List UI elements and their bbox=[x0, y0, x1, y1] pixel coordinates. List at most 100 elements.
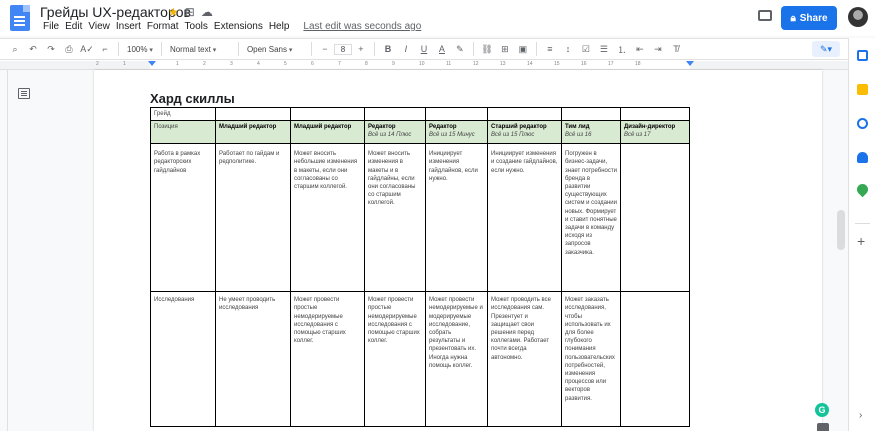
explore-icon[interactable] bbox=[817, 423, 829, 431]
table-cell[interactable]: Может провести простые немодерируемые ис… bbox=[290, 291, 365, 428]
align-icon[interactable]: ≡ bbox=[541, 44, 559, 54]
font-size-input[interactable]: 8 bbox=[333, 43, 352, 55]
collapse-panel-icon[interactable]: › bbox=[859, 410, 862, 421]
column-title: Редактор bbox=[368, 124, 396, 131]
bulleted-list-icon[interactable]: ☰ bbox=[595, 44, 613, 55]
increase-indent-icon[interactable]: ⇥ bbox=[649, 44, 667, 55]
table-cell[interactable]: Инициирует изменения и создание гайдлайн… bbox=[487, 143, 562, 293]
table-cell[interactable]: Может вносить небольшие изменения в маке… bbox=[290, 143, 365, 293]
docs-logo-icon[interactable] bbox=[10, 5, 30, 31]
document-page[interactable]: Хард скиллы Грейд Позиция Младший редакт… bbox=[94, 70, 822, 431]
menu-help[interactable]: Help bbox=[266, 21, 293, 32]
table-cell[interactable]: Не умеет проводить исследования bbox=[215, 291, 291, 428]
paint-format-icon[interactable]: ⌐ bbox=[96, 44, 114, 54]
table-cell[interactable]: Погружен в бизнес-задачи, знает потребно… bbox=[561, 143, 621, 293]
move-folder-icon[interactable]: ⊟ bbox=[185, 5, 195, 19]
share-button[interactable]: 🔒︎ Share bbox=[781, 6, 837, 30]
editing-mode-icon[interactable]: ✎▾ bbox=[812, 41, 840, 57]
ruler-num: 18 bbox=[635, 61, 641, 67]
contacts-icon[interactable] bbox=[857, 152, 868, 163]
calendar-icon[interactable] bbox=[857, 50, 868, 61]
comment-history-icon[interactable] bbox=[758, 10, 772, 21]
underline-icon[interactable]: U bbox=[415, 44, 433, 54]
ruler-num: 11 bbox=[446, 61, 452, 67]
table-cell[interactable] bbox=[487, 106, 562, 122]
zoom-select[interactable]: 100% bbox=[123, 45, 157, 54]
right-indent-marker[interactable] bbox=[686, 61, 694, 66]
star-icon[interactable]: ★ bbox=[168, 5, 179, 19]
bold-icon[interactable]: B bbox=[379, 44, 397, 54]
line-spacing-icon[interactable]: ↕ bbox=[559, 44, 577, 54]
column-header[interactable]: Редактор Всё из 14 Плюс bbox=[364, 120, 426, 145]
left-indent-marker[interactable] bbox=[148, 61, 156, 66]
column-header[interactable]: Дизайн-директор Всё из 17 bbox=[620, 120, 690, 145]
keep-icon[interactable] bbox=[857, 84, 868, 95]
highlight-icon[interactable]: ✎ bbox=[451, 44, 469, 55]
numbered-list-icon[interactable]: ⒈ bbox=[613, 43, 631, 56]
menu-insert[interactable]: Insert bbox=[113, 21, 144, 32]
document-outline-icon[interactable] bbox=[18, 88, 30, 99]
table-cell[interactable] bbox=[364, 106, 426, 122]
undo-icon[interactable]: ↶ bbox=[24, 44, 42, 55]
position-label-cell[interactable]: Позиция bbox=[150, 120, 216, 145]
row-label-cell[interactable]: Исследования bbox=[150, 291, 216, 428]
table-cell[interactable]: Инициирует изменения гайдлайнов, если ну… bbox=[425, 143, 488, 293]
cloud-status-icon[interactable]: ☁ bbox=[201, 5, 213, 19]
menu-format[interactable]: Format bbox=[144, 21, 182, 32]
tasks-icon[interactable] bbox=[857, 118, 868, 129]
table-cell[interactable]: Может провести простые немодерируемые ис… bbox=[364, 291, 426, 428]
menu-tools[interactable]: Tools bbox=[182, 21, 211, 32]
menu-edit[interactable]: Edit bbox=[62, 21, 85, 32]
row-label-cell[interactable]: Работа в рамках редакторских гайдлайнов bbox=[150, 143, 216, 293]
last-edit-link[interactable]: Last edit was seconds ago bbox=[300, 21, 424, 32]
menu-extensions[interactable]: Extensions bbox=[211, 21, 266, 32]
table-cell[interactable] bbox=[561, 106, 621, 122]
italic-icon[interactable]: I bbox=[397, 44, 415, 54]
decrease-font-size-icon[interactable]: − bbox=[316, 44, 334, 54]
table-cell[interactable] bbox=[425, 106, 488, 122]
search-menus-icon[interactable]: ⌕ bbox=[6, 44, 24, 55]
table-cell[interactable] bbox=[620, 291, 690, 428]
avatar[interactable] bbox=[848, 7, 868, 27]
column-subtitle: Всё из 14 Плюс bbox=[368, 132, 412, 139]
comment-icon[interactable]: ⊞ bbox=[496, 44, 514, 55]
table-cell[interactable] bbox=[215, 106, 291, 122]
clear-formatting-icon[interactable]: T̸ bbox=[667, 44, 685, 54]
menu-view[interactable]: View bbox=[85, 21, 113, 32]
menu-file[interactable]: File bbox=[40, 21, 62, 32]
section-heading: Хард скиллы bbox=[150, 91, 235, 106]
table-cell[interactable]: Может заказать исследования, чтобы испол… bbox=[561, 291, 621, 428]
print-icon[interactable]: ⎙ bbox=[60, 44, 78, 55]
table-cell[interactable] bbox=[620, 106, 690, 122]
text-color-icon[interactable]: A bbox=[433, 44, 451, 54]
column-header[interactable]: Старший редактор Всё из 15 Плюс bbox=[487, 120, 562, 145]
vertical-scrollbar[interactable] bbox=[835, 70, 848, 431]
column-header[interactable]: Младший редактор bbox=[215, 120, 291, 145]
table-cell[interactable]: Может вносить изменения в макеты и в гай… bbox=[364, 143, 426, 293]
increase-font-size-icon[interactable]: + bbox=[352, 44, 370, 54]
redo-icon[interactable]: ↷ bbox=[42, 44, 60, 55]
ruler-num: 15 bbox=[554, 61, 560, 67]
grammarly-icon[interactable]: G bbox=[815, 403, 829, 417]
style-select[interactable]: Normal text bbox=[166, 45, 234, 54]
checklist-icon[interactable]: ☑ bbox=[577, 44, 595, 55]
table-cell[interactable] bbox=[620, 143, 690, 293]
font-select[interactable]: Open Sans bbox=[243, 45, 307, 54]
table-cell[interactable]: Работает по гайдам и редполитике. bbox=[215, 143, 291, 293]
link-icon[interactable]: ⛓ bbox=[478, 44, 496, 55]
column-header[interactable]: Младший редактор bbox=[290, 120, 365, 145]
side-panel: + › bbox=[848, 38, 875, 431]
maps-icon[interactable] bbox=[854, 181, 871, 198]
add-addon-icon[interactable]: + bbox=[857, 233, 865, 249]
column-header[interactable]: Редактор Всё из 15 Минус bbox=[425, 120, 488, 145]
table-cell[interactable] bbox=[290, 106, 365, 122]
table-cell[interactable]: Может провести немодерируемые и модериру… bbox=[425, 291, 488, 428]
spellcheck-icon[interactable]: A✓ bbox=[78, 44, 96, 55]
decrease-indent-icon[interactable]: ⇤ bbox=[631, 44, 649, 55]
scrollbar-thumb[interactable] bbox=[837, 210, 845, 250]
table-cell[interactable]: Может проводить все исследования сам. Пр… bbox=[487, 291, 562, 428]
table-row: Работа в рамках редакторских гайдлайнов … bbox=[150, 143, 690, 293]
image-icon[interactable]: ▣ bbox=[514, 44, 532, 55]
grade-label-cell[interactable]: Грейд bbox=[150, 106, 216, 122]
column-header[interactable]: Тим лид Всё из 16 bbox=[561, 120, 621, 145]
